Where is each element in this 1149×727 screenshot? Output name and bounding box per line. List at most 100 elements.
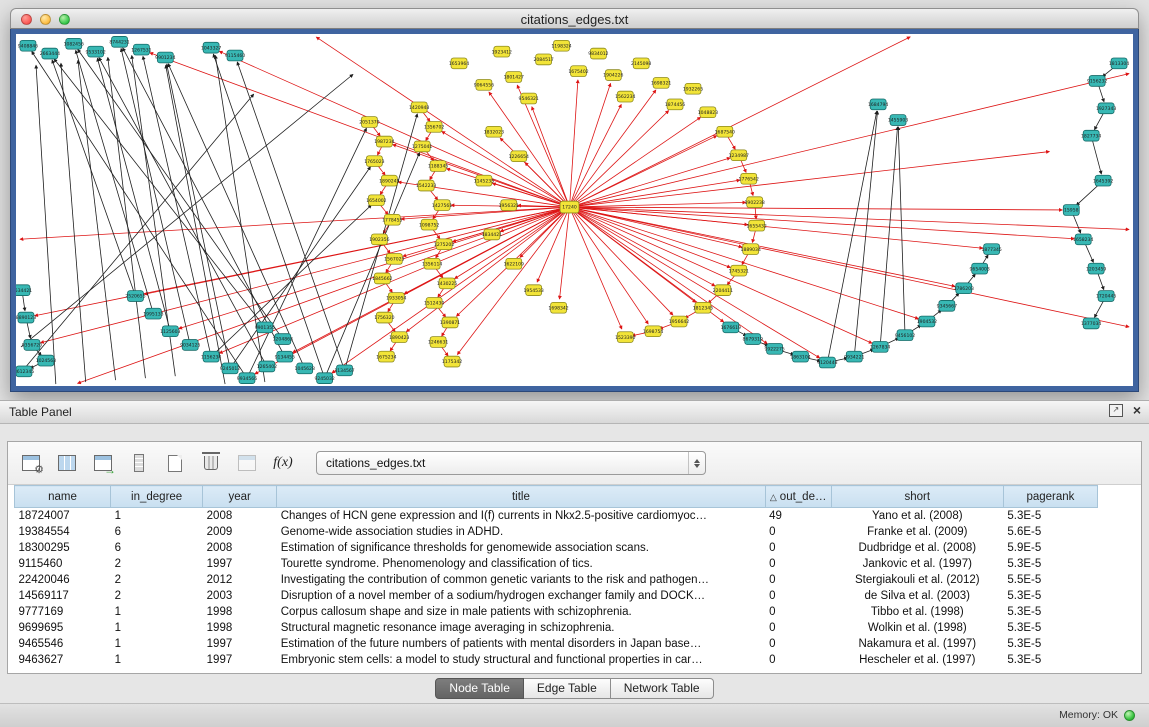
network-node[interactable]: 2663444 (40, 48, 60, 59)
network-node[interactable]: 1024563 (36, 355, 56, 366)
table-cell[interactable]: 2003 (203, 588, 277, 604)
network-node[interactable]: 1098752 (419, 219, 439, 230)
network-node[interactable]: 1832023 (484, 126, 504, 137)
network-node[interactable]: 9408846 (18, 40, 38, 51)
table-cell[interactable]: 22420046 (15, 572, 111, 588)
column-header-in-degree[interactable]: in_degree (111, 486, 203, 508)
citation-edge-red[interactable] (560, 207, 570, 299)
citation-edge-red[interactable] (457, 207, 569, 354)
network-node[interactable]: 1622109 (504, 258, 524, 269)
network-node[interactable]: 1246631 (428, 337, 448, 348)
network-node[interactable]: 1390871 (440, 317, 460, 328)
network-node[interactable]: 9534421 (16, 285, 32, 296)
table-cell[interactable]: 0 (765, 556, 831, 572)
table-cell[interactable]: Yano et al. (2008) (831, 508, 1003, 525)
citation-edge-red[interactable] (489, 92, 570, 207)
citation-edge-red[interactable] (570, 207, 983, 248)
table-row[interactable]: 1456911722003Disruption of a novel membe… (15, 588, 1098, 604)
column-header-year[interactable]: year (203, 486, 277, 508)
network-node[interactable]: 1542233 (416, 180, 436, 191)
network-node[interactable]: 1265402 (257, 361, 277, 372)
create-column-icon[interactable] (160, 448, 190, 478)
node-attribute-table[interactable]: namein_degreeyeartitle△out_de…shortpager… (14, 485, 1098, 668)
network-node[interactable]: 1045628 (295, 363, 315, 374)
citation-edge-black[interactable] (18, 94, 254, 376)
network-node[interactable]: 1889034 (741, 244, 761, 255)
window-titlebar[interactable]: citations_edges.txt (10, 8, 1139, 29)
citation-edge-black[interactable] (52, 60, 135, 296)
table-select-dropdown[interactable]: citations_edges.txt (316, 451, 706, 475)
table-cell[interactable]: Disruption of a novel member of a sodium… (277, 588, 765, 604)
network-node[interactable]: 9546321 (519, 93, 539, 104)
citation-edge-red[interactable] (532, 107, 570, 207)
network-node[interactable]: 1890245 (379, 175, 399, 186)
table-cell[interactable]: 1 (111, 604, 203, 620)
citation-edge-red[interactable] (570, 152, 1050, 208)
network-node[interactable]: 2051370 (359, 117, 379, 128)
table-panel-header[interactable]: Table Panel ↗ × (0, 401, 1149, 424)
table-cell[interactable]: Hescheler et al. (1997) (831, 652, 1003, 668)
table-cell[interactable]: 18300295 (15, 540, 111, 556)
network-node[interactable]: 1658234 (1073, 234, 1093, 245)
table-cell[interactable]: 0 (765, 620, 831, 636)
network-node[interactable]: 8612345 (16, 366, 34, 377)
citation-edge-red[interactable] (570, 207, 731, 267)
network-node[interactable]: 1904532 (917, 316, 937, 327)
network-node[interactable]: 1204863 (273, 334, 293, 345)
citation-edge-red[interactable] (316, 37, 569, 207)
network-node[interactable]: 9934566 (237, 373, 257, 384)
network-node[interactable]: 1145233 (474, 175, 494, 186)
network-node[interactable]: 1765023 (364, 156, 384, 167)
network-node[interactable]: 9901355 (255, 322, 275, 333)
table-row[interactable]: 946554611997Estimation of the future num… (15, 636, 1098, 652)
network-node[interactable]: 1877345 (981, 244, 1001, 255)
table-row[interactable]: 2242004622012Investigating the contribut… (15, 572, 1098, 588)
network-node[interactable]: 1956642 (669, 316, 689, 327)
network-node[interactable]: 1356702 (424, 122, 444, 133)
network-node[interactable]: 1756320 (374, 312, 394, 323)
rename-column-icon[interactable] (232, 448, 262, 478)
table-cell[interactable]: 5.3E-5 (1003, 556, 1097, 572)
table-cell[interactable]: Structural magnetic resonance image aver… (277, 620, 765, 636)
citation-edge-black[interactable] (99, 58, 267, 367)
citation-edge-red[interactable] (570, 207, 1129, 229)
network-node[interactable]: 1198324 (551, 40, 571, 51)
column-header-short[interactable]: short (831, 486, 1003, 508)
close-panel-icon[interactable]: × (1133, 403, 1141, 417)
citation-edge-black[interactable] (247, 128, 366, 378)
table-cell[interactable]: Genome-wide association studies in ADHD. (277, 524, 765, 540)
table-cell[interactable]: 2012 (203, 572, 277, 588)
network-node[interactable]: 9901234 (155, 52, 175, 63)
citation-edge-red[interactable] (442, 131, 570, 207)
table-row[interactable]: 1872400712008Changes of HCN gene express… (15, 508, 1098, 525)
network-node[interactable]: 1188345 (428, 161, 448, 172)
column-header-pagerank[interactable]: pagerank (1003, 486, 1097, 508)
network-node[interactable]: 1834421 (482, 229, 502, 240)
network-node[interactable]: 1048823 (698, 107, 718, 118)
table-cell[interactable]: 5.3E-5 (1003, 652, 1097, 668)
table-cell[interactable]: 0 (765, 604, 831, 620)
table-cell[interactable]: Franke et al. (2009) (831, 524, 1003, 540)
network-node[interactable]: 9834012 (588, 48, 608, 59)
network-node[interactable]: 1675402 (568, 66, 588, 77)
column-settings-icon[interactable] (16, 448, 46, 478)
table-cell[interactable]: 1 (111, 636, 203, 652)
network-node[interactable]: 1226654 (509, 151, 529, 162)
network-node[interactable]: 1427561 (432, 200, 452, 211)
table-cell[interactable]: 1 (111, 620, 203, 636)
table-row[interactable]: 1830029562008Estimation of significance … (15, 540, 1098, 556)
column-header-title[interactable]: title (277, 486, 765, 508)
table-row[interactable]: 1938455462009Genome-wide association stu… (15, 524, 1098, 540)
table-cell[interactable]: 5.3E-5 (1003, 588, 1097, 604)
citation-edge-black[interactable] (54, 59, 265, 327)
table-cell[interactable]: 9465546 (15, 636, 111, 652)
network-node[interactable]: 1845662 (372, 273, 392, 284)
column-visibility-icon[interactable] (52, 448, 82, 478)
table-cell[interactable]: 1 (111, 508, 203, 525)
table-cell[interactable]: 1997 (203, 652, 277, 668)
citation-edge-red[interactable] (570, 207, 919, 319)
network-node[interactable]: 9934221 (844, 351, 864, 362)
table-cell[interactable]: 9463627 (15, 652, 111, 668)
network-node[interactable]: 1827734 (1081, 130, 1101, 141)
network-node[interactable]: 1675234 (376, 351, 396, 362)
